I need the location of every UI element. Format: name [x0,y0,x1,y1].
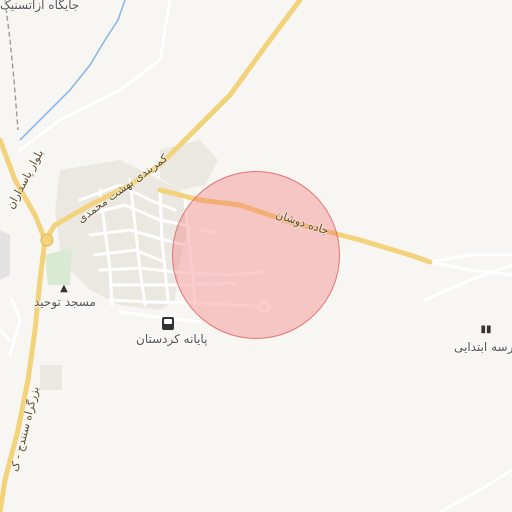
map-canvas[interactable]: کمربندی بهشت محمدی جاده دوشان بلوار پاسد… [0,0,512,512]
left-edge-area [0,230,10,280]
railway [4,0,19,131]
highlight-circle[interactable] [172,171,340,339]
mosque-icon[interactable]: ▲ [58,283,70,295]
school-icon[interactable]: ▮▮ [480,324,492,336]
mosque-label[interactable]: مسجد توحید [34,295,96,309]
terminal-label[interactable]: پایانه کردستان [136,332,207,346]
top-partial-label: جایگاه آزاتسنیک [0,0,80,12]
school-label[interactable]: مدرسه ابتدایی [454,340,512,354]
roundabout [40,233,54,247]
park-area [45,248,72,285]
river [19,0,126,141]
bus-icon[interactable] [162,317,174,330]
